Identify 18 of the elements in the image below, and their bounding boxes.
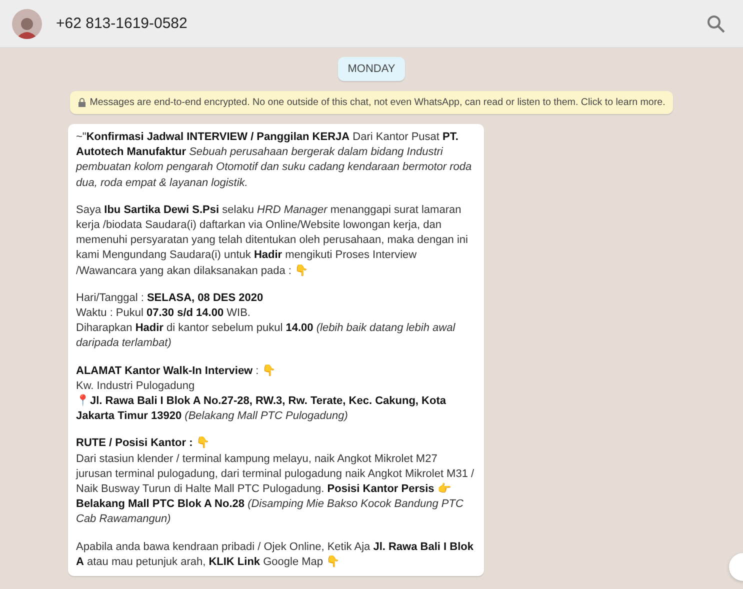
message-text: Hari/Tanggal : SELASA, 08 DES 2020 (76, 290, 264, 306)
search-icon[interactable] (707, 14, 725, 32)
message-text: 📍Jl. Rawa Bali I Blok A No.27-28, RW.3, Rw. Terate, Kec. Cakung, Kota Jakarta Timur 13920 (Belakang Mall PTC Pulogadung) (76, 394, 447, 424)
lock-icon (78, 98, 86, 107)
message-text: Kw. Industri Pulogadung (76, 378, 196, 394)
message-text: ALAMAT Kantor Walk-In Interview : 👇 (76, 364, 277, 379)
message-text: Diharapkan Hadir di kantor sebelum pukul 14.00 (lebih baik datang lebih awal daripada terlambat) (76, 321, 456, 352)
contact-avatar[interactable] (12, 8, 42, 38)
message-text: Apabila anda bawa kendraan pribadi / Ojek Online, Ketik Aja Jl. Rawa Bali I Blok A atau mau petunjuk arah, KLIK Link Google Map 👇 (76, 540, 474, 570)
message-text: RUTE / Posisi Kantor : 👇 (76, 436, 211, 452)
message-text: Dari stasiun klender / terminal kampung melayu, naik Angkot Mikrolet M27 jurusan terminal pulogadung, dari terminal pulogadung naik Angkot Mikrolet M31 / Naik Busway Turun di Halte Mall PTC Pulogadung. Posisi Kantor Persis 👉 Belakang Mall PTC Blok A No.28 (Disamping Mie Bakso Kocok Bandung PTC Cab Rawamangun) (76, 452, 476, 528)
date-badge: MONDAY (338, 57, 406, 81)
message-text: Waktu : Pukul 07.30 s/d 14.00 WIB. (76, 306, 252, 322)
notice-text: Messages are end-to-end encrypted. No one outside of this chat, not even WhatsApp, can read or listen to them. Click to learn more. (90, 97, 666, 108)
encryption-notice[interactable]: Messages are end-to-end encrypted. No one outside of this chat, not even WhatsApp, can read or listen to them. Click to learn more. (70, 91, 674, 114)
contact-name: +62 813-1619-0582 (56, 15, 188, 32)
message-text: ~"Konfirmasi Jadwal INTERVIEW / Panggilan KERJA Dari Kantor Pusat PT. Autotech Manufaktur Sebuah perusahaan bergerak dalam bidang Industri pembuatan kolom pengarah Otomotif dan suku cadang kendaraan bermotor roda dua, roda empat & layanan logistik. (76, 130, 473, 191)
message-text: Saya Ibu Sartika Dewi S.Psi selaku HRD Manager menanggapi surat lamaran kerja /biodata Saudara(i) daftarkan via Online/Website lowongan kerja, dan memenuhi persyaratan yang telah ditentukan oleh perusahaan, maka dengan ini kami Mengundang Saudara(i) untuk Hadir mengikuti Proses Interview /Wawancara yang akan dilaksanakan pada : 👇 (76, 202, 469, 279)
